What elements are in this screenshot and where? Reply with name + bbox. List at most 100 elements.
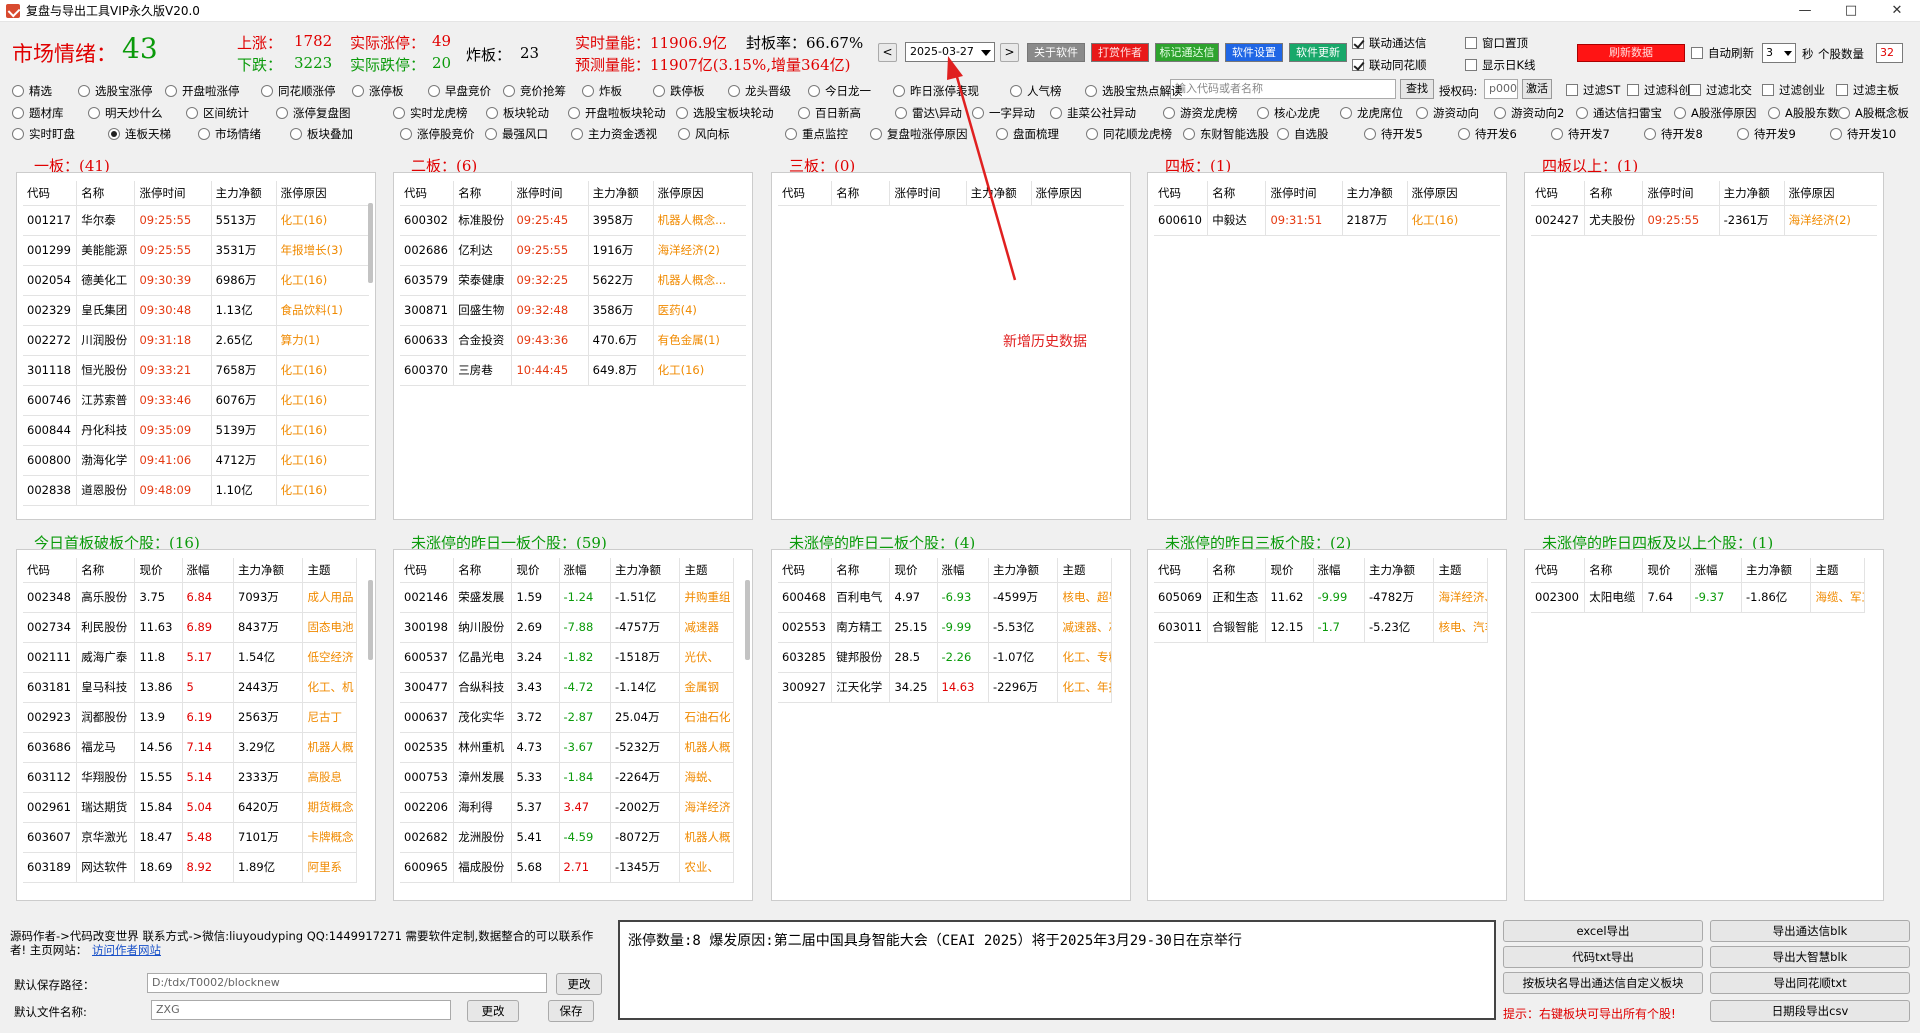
column-header[interactable]: 代码 [778, 558, 833, 583]
column-header[interactable]: 现价 [1265, 558, 1314, 583]
code-txt-export-button[interactable]: 代码txt导出 [1503, 946, 1703, 968]
table-row[interactable]: 600800 渤海化学 09:41:06 4712万 化工(16) [23, 445, 369, 476]
table-row[interactable]: 605069正和生态11.62-9.99-4782万海洋经济、 [1154, 582, 1489, 613]
column-header[interactable]: 名称 [453, 558, 513, 583]
save-button[interactable]: 保存 [548, 1000, 594, 1022]
refresh-data-button[interactable]: 刷新数据 [1577, 44, 1685, 62]
table-row[interactable]: 002300太阳电缆7.64-9.37-1.86亿海缆、军工 [1531, 582, 1866, 613]
radio-row1-9[interactable]: 龙头晋级 [728, 83, 791, 99]
filter-checkbox-0[interactable]: 过滤ST [1566, 82, 1620, 98]
radio-row2-14[interactable]: 龙虎席位 [1340, 105, 1403, 121]
column-header[interactable]: 名称 [1207, 181, 1267, 206]
scrollbar[interactable] [368, 580, 373, 660]
column-header[interactable]: 代码 [778, 181, 833, 206]
column-header[interactable]: 现价 [889, 558, 938, 583]
column-header[interactable]: 主题 [1057, 558, 1113, 583]
table-row[interactable]: 300198 纳川股份 2.69 -7.88 -4757万 减速器 [400, 612, 735, 643]
column-header[interactable]: 涨幅 [1690, 558, 1743, 583]
table-row[interactable]: 600844 丹化科技 09:35:09 5139万 化工(16) [23, 415, 369, 446]
radio-row3-8[interactable]: 重点监控 [785, 126, 848, 142]
table-row[interactable]: 603607 京华激光 18.47 5.48 7101万 卡牌概念 [23, 822, 358, 853]
radio-row1-8[interactable]: 跌停板 [653, 83, 705, 99]
change-name-button[interactable]: 更改 [467, 1000, 519, 1022]
column-header[interactable]: 主力净额 [966, 181, 1032, 206]
radio-row3-13[interactable]: 自选股 [1277, 126, 1329, 142]
column-header[interactable]: 名称 [831, 181, 891, 206]
link-tdx-checkbox[interactable]: 联动通达信 [1352, 35, 1427, 51]
radio-row2-17[interactable]: 通达信扫雷宝 [1576, 105, 1662, 121]
radio-row2-4[interactable]: 实时龙虎榜 [393, 105, 468, 121]
table-row[interactable]: 002734 利民股份 11.63 6.89 8437万 固态电池 [23, 612, 358, 643]
table-row[interactable]: 603285键邦股份28.5-2.26-1.07亿化工、专精 [778, 642, 1113, 673]
table-row[interactable]: 301118 恒光股份 09:33:21 7658万 化工(16) [23, 355, 369, 386]
column-header[interactable]: 主力净额 [988, 558, 1059, 583]
column-header[interactable]: 涨幅 [1313, 558, 1366, 583]
table-row[interactable]: 002348 高乐股份 3.75 6.84 7093万 成人用品 [23, 582, 358, 613]
radio-row1-10[interactable]: 今日龙一 [808, 83, 871, 99]
column-header[interactable]: 代码 [400, 558, 455, 583]
filter-checkbox-3[interactable]: 过滤创业 [1762, 82, 1825, 98]
mark-tdx-button[interactable]: 标记通达信 [1155, 43, 1219, 62]
table-row[interactable]: 002111 威海广泰 11.8 5.17 1.54亿 低空经济 [23, 642, 358, 673]
table-row[interactable]: 600468百利电气4.97-6.93-4599万核电、超导 [778, 582, 1113, 613]
radio-row1-3[interactable]: 同花顺涨停 [261, 83, 336, 99]
column-header[interactable]: 主力净额 [1741, 558, 1812, 583]
column-header[interactable]: 代码 [23, 558, 78, 583]
table-row[interactable]: 002923 润都股份 13.9 6.19 2563万 尼古丁 [23, 702, 358, 733]
radio-row1-2[interactable]: 开盘啦涨停 [165, 83, 240, 99]
table-row[interactable]: 002553南方精工25.15-9.99-5.53亿减速器、芯 [778, 612, 1113, 643]
update-button[interactable]: 软件更新 [1289, 43, 1347, 62]
date-range-csv-export-button[interactable]: 日期段导出csv [1710, 1000, 1910, 1022]
column-header[interactable]: 名称 [1584, 181, 1644, 206]
donate-button[interactable]: 打赏作者 [1091, 43, 1149, 62]
radio-row2-3[interactable]: 涨停复盘图 [276, 105, 351, 121]
column-header[interactable]: 主力净额 [1364, 558, 1435, 583]
radio-row1-0[interactable]: 精选 [12, 83, 52, 99]
radio-row2-16[interactable]: 游资动向2 [1494, 105, 1564, 121]
radio-row3-4[interactable]: 涨停股竞价 [400, 126, 475, 142]
column-header[interactable]: 现价 [511, 558, 560, 583]
column-header[interactable]: 现价 [134, 558, 183, 583]
data-grid[interactable]: 代码 名称 现价 涨幅 主力净额 主题 002146 荣盛发展 1.59 -1.24 -1.51亿并… [400, 558, 746, 896]
table-row[interactable]: 600965 福成股份 5.68 2.71 -1345万 农业、 [400, 852, 735, 883]
table-row[interactable]: 300477 合纵科技 3.43 -4.72 -1.14亿 金属钢 [400, 672, 735, 703]
table-row[interactable]: 300927江天化学34.2514.63-2296万化工、年报 [778, 672, 1113, 703]
radio-row3-10[interactable]: 盘面梳理 [996, 126, 1059, 142]
radio-row2-2[interactable]: 区间统计 [186, 105, 249, 121]
column-header[interactable]: 主力净额 [588, 181, 654, 206]
column-header[interactable]: 涨幅 [559, 558, 612, 583]
radio-row1-6[interactable]: 竞价抢筹 [503, 83, 566, 99]
table-row[interactable]: 002535 林州重机 4.73 -3.67 -5232万 机器人概 [400, 732, 735, 763]
author-site-link[interactable]: 访问作者网站 [92, 942, 161, 958]
table-row[interactable]: 600370 三房巷 10:44:45 649.8万 化工(16) [400, 355, 746, 386]
excel-export-button[interactable]: excel导出 [1503, 920, 1703, 942]
column-header[interactable]: 名称 [1207, 558, 1267, 583]
column-header[interactable]: 涨停时间 [511, 181, 589, 206]
radio-row1-7[interactable]: 炸板 [582, 83, 622, 99]
export-dzh-blk-button[interactable]: 导出大智慧blk [1710, 946, 1910, 968]
column-header[interactable]: 涨停时间 [134, 181, 212, 206]
radio-row3-1[interactable]: 连板天梯 [108, 126, 171, 142]
table-row[interactable]: 002682 龙洲股份 5.41 -4.59 -8072万 机器人概 [400, 822, 735, 853]
radio-row3-0[interactable]: 实时盯盘 [12, 126, 75, 142]
table-row[interactable]: 000637 茂化实华 3.72 -2.87 25.04万 石油石化 [400, 702, 735, 733]
column-header[interactable]: 涨停时间 [1642, 181, 1720, 206]
radio-row3-16[interactable]: 待开发7 [1551, 126, 1610, 142]
search-input[interactable]: 输入代码或者名称 [1170, 79, 1396, 99]
radio-row2-6[interactable]: 开盘啦板块轮动 [568, 105, 666, 121]
data-grid[interactable]: 代码 名称 涨停时间 主力净额 涨停原因 600610 中毅达 09:31:51 2187万 化工… [1154, 181, 1500, 515]
column-header[interactable]: 代码 [1154, 558, 1209, 583]
column-header[interactable]: 涨停原因 [653, 181, 746, 206]
column-header[interactable]: 主力净额 [1719, 181, 1785, 206]
radio-row1-12[interactable]: 人气榜 [1010, 83, 1062, 99]
table-row[interactable]: 603112 华翔股份 15.55 5.14 2333万 高股息 [23, 762, 358, 793]
file-name-input[interactable]: ZXG [151, 1000, 451, 1020]
radio-row3-15[interactable]: 待开发6 [1458, 126, 1517, 142]
radio-row3-17[interactable]: 待开发8 [1644, 126, 1703, 142]
radio-row2-15[interactable]: 游资动向 [1416, 105, 1479, 121]
table-row[interactable]: 002146 荣盛发展 1.59 -1.24 -1.51亿 并购重组 [400, 582, 735, 613]
filter-checkbox-1[interactable]: 过滤科创 [1627, 82, 1690, 98]
column-header[interactable]: 主题 [679, 558, 735, 583]
radio-row2-11[interactable]: 韭菜公社异动 [1050, 105, 1136, 121]
data-grid[interactable]: 代码 名称 涨停时间 主力净额 涨停原因 002427 尤夫股份 09:25:55 -2361万… [1531, 181, 1877, 515]
